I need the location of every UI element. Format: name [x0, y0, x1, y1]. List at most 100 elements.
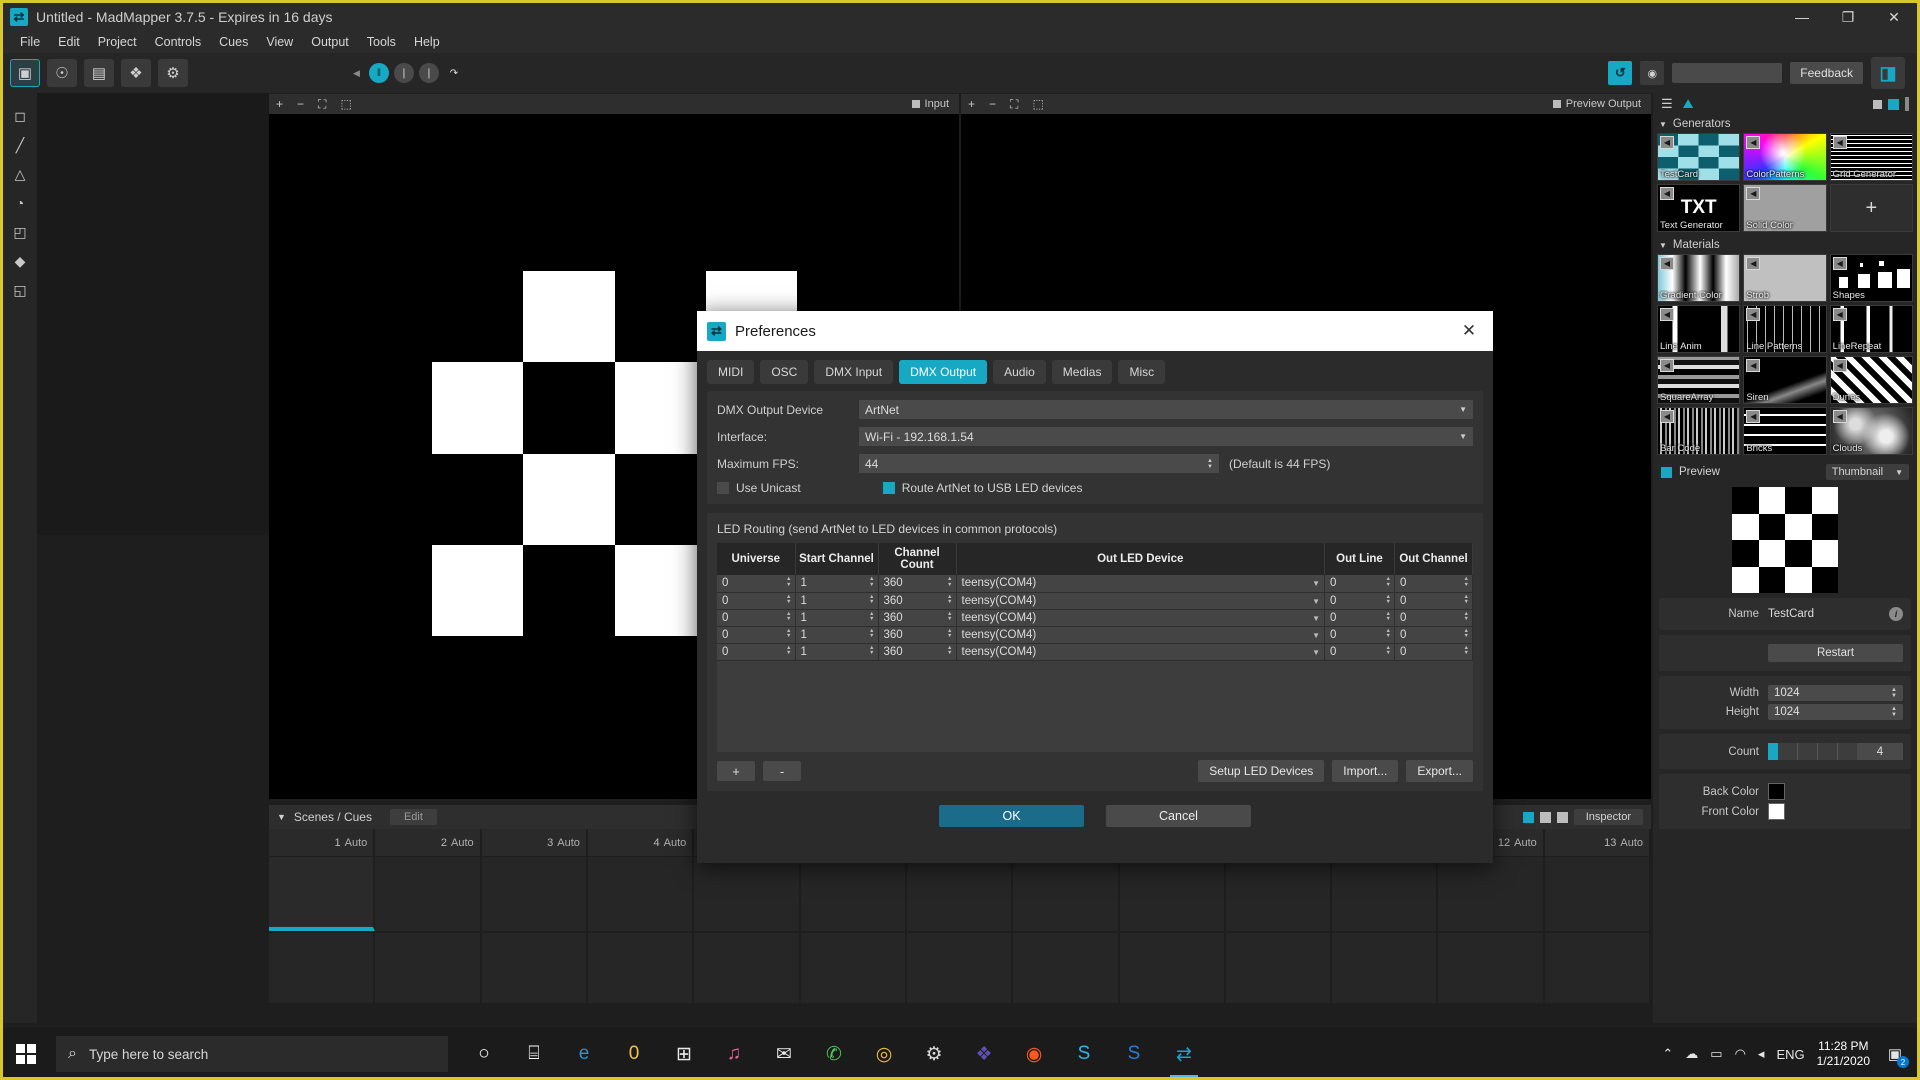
- tile-preview-arrow-icon[interactable]: ◀: [1833, 410, 1847, 423]
- taskbar-edge-icon[interactable]: e: [562, 1030, 606, 1078]
- cell-start-channel[interactable]: 1 ▲ ▼: [795, 626, 878, 643]
- cell-universe[interactable]: 0 ▲ ▼: [717, 643, 795, 660]
- eye-icon[interactable]: ◉: [1640, 61, 1664, 85]
- cell-dropdown-icon[interactable]: ▼: [1312, 614, 1320, 623]
- table-row[interactable]: 0 ▲ ▼ 1 ▲ ▼ 360 ▲ ▼ teensy(COM4) ▼ 0 ▲ ▼ 0 ▲ ▼: [717, 609, 1473, 626]
- input-frame-icon[interactable]: ⬚: [333, 97, 358, 111]
- cell-out-channel[interactable]: 0 ▲ ▼: [1395, 626, 1473, 643]
- cell-universe[interactable]: 0 ▲ ▼: [717, 592, 795, 609]
- tile-line-anim[interactable]: ◀ Line Anim: [1657, 305, 1740, 353]
- step-back-button[interactable]: ❘: [394, 63, 414, 83]
- table-row[interactable]: 0 ▲ ▼ 1 ▲ ▼ 360 ▲ ▼ teensy(COM4) ▼ 0 ▲ ▼ 0 ▲ ▼: [717, 575, 1473, 592]
- cell-out-channel[interactable]: 0 ▲ ▼: [1395, 592, 1473, 609]
- rectangle-tool-icon[interactable]: ◻: [8, 104, 32, 128]
- cell-stepper[interactable]: ▲ ▼: [869, 595, 874, 606]
- cell-stepper[interactable]: ▲ ▼: [786, 612, 791, 623]
- taskbar-skype-icon[interactable]: S: [1062, 1030, 1106, 1078]
- cell-stepper[interactable]: ▲ ▼: [1464, 577, 1469, 588]
- taskbar-microsoft-store-icon[interactable]: ⊞: [662, 1030, 706, 1078]
- preview-mode-select[interactable]: Thumbnail ▼: [1826, 464, 1909, 480]
- input-zoom-out-icon[interactable]: −: [290, 97, 311, 111]
- input-fit-icon[interactable]: ⛶: [311, 97, 333, 112]
- volume-icon[interactable]: ◂: [1758, 1046, 1765, 1062]
- add-generator-tile[interactable]: +: [1830, 184, 1913, 232]
- interface-select[interactable]: Wi-Fi - 192.168.1.54 ▼: [859, 427, 1473, 446]
- cell-out-line[interactable]: 0 ▲ ▼: [1325, 575, 1395, 592]
- cell-stepper[interactable]: ▲ ▼: [1386, 629, 1391, 640]
- cell-dropdown-icon[interactable]: ▼: [1312, 648, 1320, 657]
- settings-tool-button[interactable]: ⚙: [158, 59, 188, 87]
- tile-solid-color[interactable]: ◀ Solid Color: [1743, 184, 1826, 232]
- tile-preview-arrow-icon[interactable]: ◀: [1660, 257, 1674, 270]
- tile-preview-arrow-icon[interactable]: ◀: [1833, 136, 1847, 149]
- modules-tool-button[interactable]: ❖: [121, 59, 151, 87]
- tile-preview-arrow-icon[interactable]: ◀: [1746, 136, 1760, 149]
- menu-help[interactable]: Help: [405, 33, 449, 51]
- preview-indicator-icon[interactable]: [1661, 467, 1672, 478]
- taskbar-cortana-icon[interactable]: ○: [462, 1030, 506, 1078]
- output-frame-icon[interactable]: ⬚: [1025, 97, 1050, 111]
- cue-slot[interactable]: [694, 857, 800, 931]
- cell-out-channel[interactable]: 0 ▲ ▼: [1395, 575, 1473, 592]
- maximize-button[interactable]: ❐: [1825, 3, 1871, 31]
- thumbnail-view-icon[interactable]: ⛰: [1683, 96, 1694, 112]
- menu-view[interactable]: View: [257, 33, 302, 51]
- tile-preview-arrow-icon[interactable]: ◀: [1660, 308, 1674, 321]
- tile-clouds[interactable]: ◀ Clouds: [1830, 407, 1913, 455]
- cell-dropdown-icon[interactable]: ▼: [1312, 579, 1320, 588]
- cell-stepper[interactable]: ▲ ▼: [869, 577, 874, 588]
- tile-squarearray[interactable]: ◀ SquareArray: [1657, 356, 1740, 404]
- language-indicator[interactable]: ENG: [1776, 1047, 1804, 1062]
- output-zoom-out-icon[interactable]: −: [982, 97, 1003, 111]
- device-select[interactable]: ArtNet ▼: [859, 400, 1473, 419]
- cell-out-led-device[interactable]: teensy(COM4) ▼: [956, 609, 1325, 626]
- cell-dropdown-icon[interactable]: ▼: [1312, 597, 1320, 606]
- generators-collapse-icon[interactable]: ▼: [1659, 120, 1667, 129]
- cue-slot[interactable]: [588, 857, 694, 931]
- cell-out-channel[interactable]: 0 ▲ ▼: [1395, 643, 1473, 660]
- setup-led-devices-button[interactable]: Setup LED Devices: [1198, 760, 1324, 782]
- cell-stepper[interactable]: ▲ ▼: [947, 595, 952, 606]
- taskbar-reddit-icon[interactable]: ◉: [1012, 1030, 1056, 1078]
- cube-tool-icon[interactable]: ◆: [8, 249, 32, 273]
- cue-slot[interactable]: [1120, 857, 1226, 931]
- cell-out-line[interactable]: 0 ▲ ▼: [1325, 592, 1395, 609]
- tile-preview-arrow-icon[interactable]: ◀: [1746, 410, 1760, 423]
- dialog-tab-medias[interactable]: Medias: [1052, 360, 1113, 384]
- tile-preview-arrow-icon[interactable]: ◀: [1660, 359, 1674, 372]
- add-routing-button[interactable]: +: [717, 761, 755, 781]
- cell-stepper[interactable]: ▲ ▼: [1386, 612, 1391, 623]
- fps-stepper[interactable]: ▲ ▼: [1207, 458, 1213, 470]
- fixtures-tool-button[interactable]: ▤: [84, 59, 114, 87]
- taskbar-madmapper-icon[interactable]: ⇄: [1162, 1030, 1206, 1078]
- cue-slot-row2[interactable]: [801, 933, 907, 1003]
- cell-out-led-device[interactable]: teensy(COM4) ▼: [956, 626, 1325, 643]
- cue-header-cell[interactable]: 4 Auto: [588, 829, 694, 857]
- remove-routing-button[interactable]: -: [763, 761, 801, 781]
- cell-out-line[interactable]: 0 ▲ ▼: [1325, 609, 1395, 626]
- materials-collapse-icon[interactable]: ▼: [1659, 241, 1667, 250]
- dialog-close-button[interactable]: ✕: [1455, 317, 1483, 345]
- cell-universe[interactable]: 0 ▲ ▼: [717, 626, 795, 643]
- tile-preview-arrow-icon[interactable]: ◀: [1833, 308, 1847, 321]
- cell-dropdown-icon[interactable]: ▼: [1312, 631, 1320, 640]
- cue-slot-row2[interactable]: [907, 933, 1013, 1003]
- menu-file[interactable]: File: [11, 33, 49, 51]
- cell-channel-count[interactable]: 360 ▲ ▼: [878, 575, 956, 592]
- cue-slot[interactable]: [375, 857, 481, 931]
- cell-out-led-device[interactable]: teensy(COM4) ▼: [956, 592, 1325, 609]
- cell-universe[interactable]: 0 ▲ ▼: [717, 575, 795, 592]
- mask-tool-icon[interactable]: ◰: [8, 220, 32, 244]
- table-row[interactable]: 0 ▲ ▼ 1 ▲ ▼ 360 ▲ ▼ teensy(COM4) ▼ 0 ▲ ▼ 0 ▲ ▼: [717, 643, 1473, 660]
- cell-stepper[interactable]: ▲ ▼: [947, 577, 952, 588]
- tile-linerepeat[interactable]: ◀ LineRepeat: [1830, 305, 1913, 353]
- route-artnet-checkbox[interactable]: [883, 482, 895, 494]
- cell-stepper[interactable]: ▲ ▼: [1464, 629, 1469, 640]
- tile-preview-arrow-icon[interactable]: ◀: [1660, 187, 1674, 200]
- cue-slot-row2[interactable]: [375, 933, 481, 1003]
- cell-stepper[interactable]: ▲ ▼: [786, 646, 791, 657]
- madmapper-logo-icon[interactable]: ◨: [1871, 57, 1905, 89]
- scenes-edit-button[interactable]: Edit: [390, 809, 437, 825]
- cue-slot[interactable]: [907, 857, 1013, 931]
- dialog-tab-audio[interactable]: Audio: [993, 360, 1046, 384]
